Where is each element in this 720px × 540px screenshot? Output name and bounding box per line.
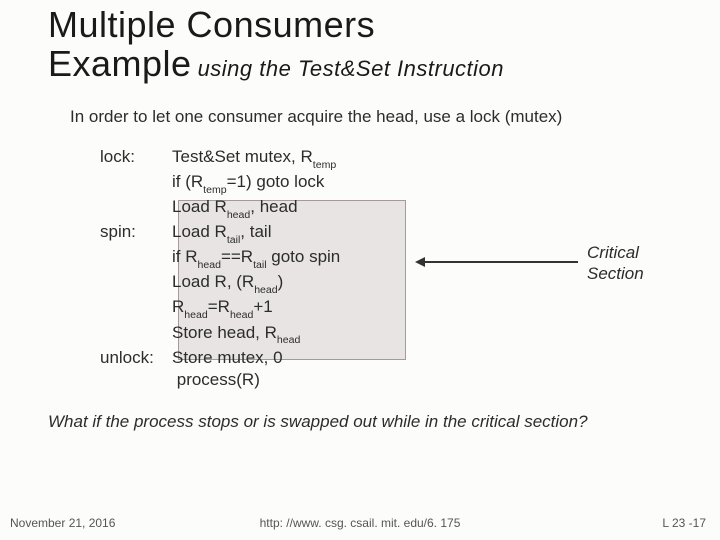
label-lock: lock: (100, 146, 172, 168)
footer-page: L 23 -17 (662, 516, 706, 530)
question-text: What if the process stops or is swapped … (48, 411, 668, 433)
label-spin: spin: (100, 221, 172, 243)
label-unlock: unlock: (100, 347, 172, 369)
title-subtitle: using the Test&Set Instruction (198, 56, 504, 81)
instr-10: process(R) (172, 369, 600, 391)
code-row-spin: spin: Load Rtail, tail (100, 221, 600, 246)
code-block: CriticalSection lock: Test&Set mutex, Rt… (100, 146, 600, 391)
code-row-lock: lock: Test&Set mutex, Rtemp (100, 146, 600, 171)
instr-1: Test&Set mutex, Rtemp (172, 146, 600, 171)
instr-6: Load R, (Rhead) (172, 271, 600, 296)
instr-7: Rhead=Rhead+1 (172, 296, 600, 321)
footer-url: http: //www. csg. csail. mit. edu/6. 175 (0, 516, 720, 530)
instr-3: Load Rhead, head (172, 196, 600, 221)
critical-section-label: CriticalSection (587, 242, 644, 285)
instr-9: Store mutex, 0 (172, 347, 600, 369)
instr-8: Store head, Rhead (172, 322, 600, 347)
instr-5: if Rhead==Rtail goto spin (172, 246, 600, 271)
title-line-1: Multiple Consumers (48, 6, 720, 45)
slide-title-block: Multiple Consumers Exampleusing the Test… (0, 0, 720, 88)
instr-2: if (Rtemp=1) goto lock (172, 171, 600, 196)
title-main-word: Example (48, 43, 192, 84)
title-line-2: Exampleusing the Test&Set Instruction (48, 45, 720, 84)
intro-text: In order to let one consumer acquire the… (70, 106, 630, 128)
code-row-unlock: unlock: Store mutex, 0 (100, 347, 600, 369)
instr-4: Load Rtail, tail (172, 221, 600, 246)
